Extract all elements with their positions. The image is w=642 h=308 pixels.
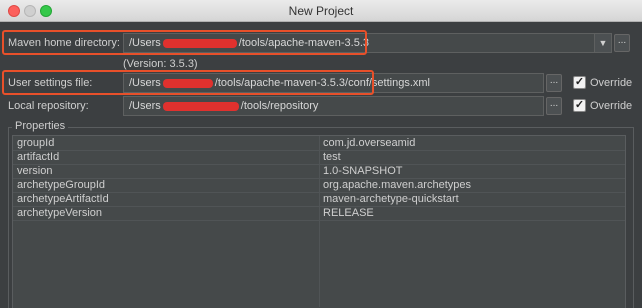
local-repo-field[interactable]: /Users/tools/repository <box>123 96 544 116</box>
table-row[interactable]: version 1.0-SNAPSHOT <box>13 165 625 178</box>
table-row[interactable]: archetypeArtifactId maven-archetype-quic… <box>13 193 625 206</box>
property-value[interactable]: maven-archetype-quickstart <box>323 193 459 205</box>
local-repo-value-suffix: /tools/repository <box>240 100 319 112</box>
maven-home-field[interactable]: /Users/tools/apache-maven-3.5.3 <box>123 33 596 53</box>
user-settings-field[interactable]: /Users/tools/apache-maven-3.5.3/conf/set… <box>123 73 544 93</box>
user-settings-browse-button[interactable]: ... <box>546 74 562 92</box>
local-repo-override-checkbox[interactable]: ✓ <box>573 99 586 112</box>
local-repo-browse-button[interactable]: ... <box>546 97 562 115</box>
property-value[interactable]: RELEASE <box>323 207 374 219</box>
property-value[interactable]: com.jd.overseamid <box>323 137 415 149</box>
property-value[interactable]: 1.0-SNAPSHOT <box>323 165 402 177</box>
window-titlebar: New Project <box>0 0 642 22</box>
chevron-down-icon: ▼ <box>598 38 608 48</box>
window-title: New Project <box>288 4 354 18</box>
maven-version-text: (Version: 3.5.3) <box>123 58 198 70</box>
local-repo-label: Local repository: <box>8 100 89 112</box>
user-settings-value-suffix: /tools/apache-maven-3.5.3/conf/settings.… <box>214 77 431 89</box>
user-settings-label: User settings file: <box>8 77 93 89</box>
property-key: archetypeArtifactId <box>17 193 109 205</box>
redaction-mark <box>162 38 237 48</box>
property-value[interactable]: test <box>323 151 341 163</box>
local-repo-override-label: Override <box>590 100 633 112</box>
maven-home-value-prefix: /Users <box>129 37 161 49</box>
property-value[interactable]: org.apache.maven.archetypes <box>323 179 471 191</box>
maven-home-dropdown-button[interactable]: ▼ <box>594 33 612 53</box>
maven-home-value-suffix: /tools/apache-maven-3.5.3 <box>238 37 370 49</box>
property-key: version <box>17 165 53 177</box>
redaction-mark <box>162 101 239 111</box>
redaction-mark <box>162 78 213 88</box>
property-key: groupId <box>17 137 55 149</box>
properties-title: Properties <box>12 120 69 132</box>
table-row[interactable]: archetypeVersion RELEASE <box>13 207 625 220</box>
property-key: archetypeVersion <box>17 207 102 219</box>
user-settings-override-label: Override <box>590 77 633 89</box>
user-settings-override-checkbox[interactable]: ✓ <box>573 76 586 89</box>
table-row[interactable]: archetypeGroupId org.apache.maven.archet… <box>13 179 625 192</box>
table-row[interactable]: groupId com.jd.overseamid <box>13 137 625 150</box>
property-key: archetypeGroupId <box>17 179 106 191</box>
local-repo-value-prefix: /Users <box>129 100 161 112</box>
table-row[interactable]: artifactId test <box>13 151 625 164</box>
maven-home-label: Maven home directory: <box>8 37 120 49</box>
property-key: artifactId <box>17 151 60 163</box>
maven-home-browse-button[interactable]: ... <box>614 34 630 52</box>
row-divider <box>13 220 625 221</box>
user-settings-value-prefix: /Users <box>129 77 161 89</box>
properties-table: groupId com.jd.overseamid artifactId tes… <box>12 135 626 308</box>
